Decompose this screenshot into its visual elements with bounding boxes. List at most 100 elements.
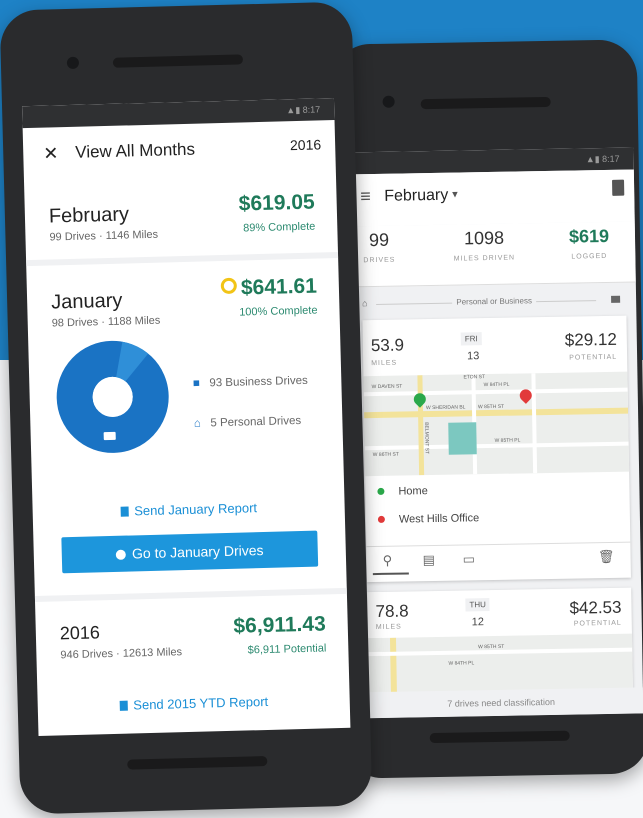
destination-label: West Hills Office	[398, 512, 480, 526]
location-pin-icon[interactable]: ⚲	[382, 553, 392, 569]
drive-day: THU	[465, 598, 490, 612]
divider	[26, 251, 339, 267]
month-selector[interactable]: February	[384, 187, 448, 206]
year-selector[interactable]: 2016	[290, 136, 322, 153]
stat-drives: 99 DRIVES	[359, 230, 400, 265]
drive-day: FRI	[460, 332, 482, 346]
route-map[interactable]: W DAVEN ST W 84TH PL W SHERIDAN BL W 85T…	[363, 371, 630, 477]
year-summary: 946 Drives · 12613 Miles	[60, 646, 183, 662]
briefcase-icon: ■	[192, 377, 200, 390]
destination-dot	[377, 515, 385, 523]
briefcase-icon	[103, 431, 116, 441]
legend-label: 93 Business Drives	[209, 374, 308, 390]
stats-row: 99 DRIVES 1098 MILES DRIVEN $619 LOGGED	[350, 221, 636, 288]
drive-miles-label: MILES	[375, 623, 402, 632]
drive-amount-label: POTENTIAL	[573, 619, 622, 628]
stat-logged: $619 LOGGED	[559, 226, 620, 261]
origin-row: Home	[377, 485, 428, 498]
send-ytd-report-link[interactable]: Send 2015 YTD Report	[38, 692, 350, 715]
drive-amount: $29.12	[564, 329, 617, 350]
month-progress: 89% Complete	[243, 220, 316, 235]
month-summary: 99 Drives · 1146 Miles	[49, 228, 159, 244]
page-title: View All Months	[75, 139, 196, 162]
drive-amount-label: POTENTIAL	[569, 353, 618, 362]
link-label: Send 2015 YTD Report	[133, 693, 269, 713]
map-park	[448, 422, 477, 455]
link-label: Send January Report	[134, 500, 258, 519]
send-january-report-link[interactable]: Send January Report	[33, 498, 345, 521]
drive-card[interactable]: 53.9 MILES FRI 13 $29.12 POTENTIAL W DAV…	[362, 315, 631, 583]
drive-date: 13	[466, 350, 480, 363]
year-name: 2016	[59, 622, 101, 644]
home-icon: ⌂	[193, 417, 202, 430]
drive-actions: ⚲ ▤ ▭ 🗑	[366, 541, 631, 576]
classify-label: Personal or Business	[452, 296, 536, 307]
drive-amount: $42.53	[569, 597, 622, 618]
briefcase-icon	[611, 295, 621, 303]
legend-personal: ⌂ 5 Personal Drives	[190, 414, 302, 430]
street-label: W DAVEN ST	[371, 383, 403, 391]
phone-camera	[66, 56, 80, 69]
month-name: February	[48, 203, 130, 228]
car-icon[interactable]: ▭	[462, 551, 475, 567]
stat-label: DRIVES	[363, 256, 396, 265]
drive-card[interactable]: 78.8 MILES THU 12 $42.53 POTENTIAL W 85T…	[367, 587, 634, 703]
phone-speaker-bottom	[127, 755, 268, 770]
drive-date: 12	[471, 616, 485, 629]
button-label: Go to January Drives	[131, 542, 264, 562]
phone-speaker-bottom	[429, 730, 570, 744]
street-label: W 84TH PL	[448, 660, 475, 667]
month-summary: 98 Drives · 1188 Miles	[51, 314, 161, 330]
origin-label: Home	[398, 485, 428, 498]
month-name: January	[50, 289, 123, 314]
drive-miles: 53.9	[370, 335, 405, 356]
arrow-circle-icon	[115, 549, 127, 560]
trash-icon[interactable]: 🗑	[598, 549, 615, 565]
chevron-down-icon[interactable]: ▾	[452, 188, 458, 201]
year-potential: $6,911 Potential	[247, 642, 327, 657]
stat-value: $619	[568, 225, 610, 247]
coin-icon	[220, 277, 238, 295]
month-amount-row: $641.61	[220, 274, 318, 302]
origin-dot	[377, 487, 385, 495]
month-amount: $619.05	[238, 190, 315, 216]
classify-slider[interactable]: ⌂ Personal or Business	[352, 291, 636, 314]
drive-type-donut-chart	[56, 340, 169, 453]
document-icon	[120, 506, 129, 517]
stat-value: 99	[368, 229, 390, 251]
stat-miles: 1098 MILES DRIVEN	[439, 227, 530, 263]
active-tab-indicator	[372, 572, 409, 576]
street-label: W SHERIDAN BL	[425, 404, 466, 412]
page-header: ✕ View All Months 2016	[23, 122, 336, 180]
report-icon[interactable]	[612, 179, 625, 196]
front-phone: ▲▮ 8:17 ✕ View All Months 2016 February …	[0, 1, 373, 815]
menu-icon[interactable]: ≡	[360, 186, 371, 207]
street-label: W 85TH ST	[478, 643, 505, 651]
drive-miles-label: MILES	[371, 359, 398, 368]
phone-speaker	[420, 96, 551, 110]
street-label: ETON ST	[463, 374, 486, 381]
street-label: W 86TH ST	[372, 451, 399, 459]
street-label: W 84TH PL	[483, 381, 510, 389]
stat-label: LOGGED	[571, 252, 608, 261]
front-screen: ▲▮ 8:17 ✕ View All Months 2016 February …	[22, 98, 351, 736]
street-label: W 85TH PL	[494, 437, 521, 444]
stat-label: MILES DRIVEN	[453, 254, 516, 263]
month-amount: $641.61	[240, 274, 318, 300]
phone-speaker	[112, 54, 244, 68]
destination-row: West Hills Office	[377, 512, 480, 526]
drive-miles: 78.8	[375, 601, 409, 622]
back-phone: ▲▮ 8:17 ≡ February ▾ 99 DRIVES 1098 MILE…	[331, 39, 643, 779]
year-amount: $6,911.43	[233, 612, 327, 638]
legend-label: 5 Personal Drives	[210, 414, 302, 430]
receipt-icon[interactable]: ▤	[422, 552, 435, 568]
phone-camera	[382, 95, 395, 108]
home-icon: ⌂	[362, 298, 368, 309]
month-header: ≡ February ▾	[349, 169, 635, 227]
classification-notice[interactable]: 7 drives need classification	[358, 687, 643, 719]
close-icon[interactable]: ✕	[43, 143, 59, 164]
go-to-january-drives-button[interactable]: Go to January Drives	[61, 530, 319, 574]
month-progress: 100% Complete	[239, 304, 318, 319]
street-label: BELMONT ST	[423, 422, 430, 455]
map-street	[363, 387, 628, 397]
